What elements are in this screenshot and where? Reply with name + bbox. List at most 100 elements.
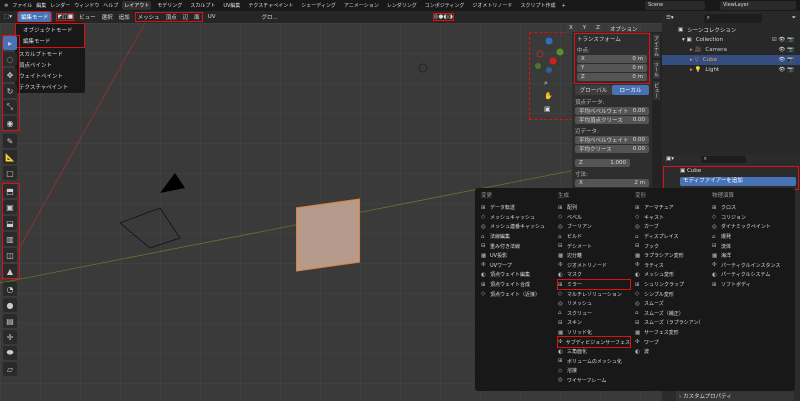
shrink-tool[interactable]: ✛ [3, 330, 17, 344]
modifier-menu-item[interactable]: ⊞ 頂点ウェイト合成 [481, 280, 558, 290]
tab-layout[interactable]: レイアウト [122, 1, 152, 10]
menu-add[interactable]: 追加 [119, 13, 130, 21]
menu-help[interactable]: ヘルプ [103, 2, 118, 9]
modifier-menu-item[interactable]: ◇ マルチレゾリューション [558, 289, 635, 299]
modifier-menu-item[interactable]: ◐ 三角面化 [558, 347, 635, 357]
modifier-menu-item[interactable]: ✣ ジオメトリノード [558, 261, 635, 271]
scene-selector[interactable]: Scene [645, 1, 705, 10]
blender-logo-icon[interactable]: ✲ [4, 3, 8, 9]
inset-tool[interactable]: ▣ [3, 200, 17, 214]
modifier-menu-item[interactable]: ⊞ アーマチュア [635, 203, 712, 213]
modifier-menu-item[interactable]: ⊞ クロス [712, 203, 789, 213]
outliner-search[interactable]: ⌕ [703, 13, 762, 23]
mode-edit[interactable]: 編集モード [19, 36, 81, 47]
tab-view[interactable]: ビュー [653, 81, 660, 100]
modifier-menu-item[interactable]: ◎ メッシュ連番キャッシュ [481, 222, 558, 232]
mode-sculpt[interactable]: スカルプトモード [15, 48, 85, 59]
modifier-menu-item[interactable]: ⌂ 法線編集 [481, 232, 558, 242]
extrude-tool[interactable]: ⬒ [3, 184, 17, 198]
outliner-scene-collection[interactable]: ▣ シーンコレクション [662, 25, 800, 35]
modifier-menu-item[interactable]: ◎ ブーリアン [558, 222, 635, 232]
modifier-menu-item[interactable]: ⊟ デシメート [558, 241, 635, 251]
scale-z-field[interactable]: Z 1.000 [575, 159, 630, 167]
local-toggle[interactable]: ローカル [612, 85, 649, 95]
modifier-menu-item[interactable]: ⊞ ボリュームのメッシュ化 [558, 357, 635, 367]
mode-vertex-paint[interactable]: 頂点ペイント [15, 59, 85, 70]
modifier-menu-item[interactable]: ◎ リメッシュ [558, 299, 635, 309]
add-workspace-button[interactable]: + [561, 3, 565, 9]
custom-properties-section[interactable]: › カスタムプロパティ [676, 391, 794, 401]
add-cube-tool[interactable]: ▢ [3, 166, 17, 180]
modifier-menu-item[interactable]: ✣ ラティス [635, 261, 712, 271]
modifier-menu-item[interactable]: ⌂ スムーズ（補正） [635, 309, 712, 319]
move-tool[interactable]: ✥ [3, 68, 17, 82]
modifier-menu-item[interactable]: ◇ キャスト [635, 213, 712, 223]
navigation-gizmo[interactable]: ⌕ ✋ ▣ [529, 32, 573, 120]
mode-dropdown[interactable]: 編集モード [16, 11, 53, 23]
modifier-menu-item[interactable]: ⌂ 爆発 [712, 232, 789, 242]
modifier-menu-item[interactable]: ◇ 頂点ウェイト（近接） [481, 289, 558, 299]
modifier-menu-item[interactable]: ⊟ フック [635, 241, 712, 251]
mode-object[interactable]: オブジェクトモード [19, 25, 81, 36]
tab-uv[interactable]: UV編集 [221, 1, 242, 10]
select-mode-buttons[interactable]: ◩◫■ [56, 13, 75, 21]
tab-sculpt[interactable]: スカルプト [188, 1, 217, 10]
cursor-tool[interactable]: ◌ [3, 52, 17, 66]
modifier-menu-item[interactable]: ⊟ スムーズ（ラプラシアン） [635, 318, 712, 328]
modifier-menu-item[interactable]: ▦ サーフェス変形 [635, 328, 712, 338]
transform-tool[interactable]: ◉ [3, 116, 17, 130]
menu-edit[interactable]: 編集 [36, 2, 46, 9]
editor-type-icon[interactable]: ⬚▾ [4, 14, 12, 20]
median-x-field[interactable]: X0 m [577, 55, 647, 63]
modifier-menu-item[interactable]: ◎ カーブ [635, 222, 712, 232]
menu-edge[interactable]: 辺 [183, 13, 189, 21]
rip-tool[interactable]: ▱ [3, 362, 17, 376]
annotate-tool[interactable]: ✎ [3, 134, 17, 148]
transform-orientation-dropdown[interactable]: グロ... [261, 13, 277, 21]
modifier-menu-item[interactable]: ◐ 頂点ウェイト編集 [481, 270, 558, 280]
edge-crease-field[interactable]: 平均クリース 0.00 [575, 145, 649, 153]
filter-icon[interactable]: ⏷ [792, 15, 796, 22]
add-modifier-button[interactable]: モディファイアーを追加 [680, 177, 796, 186]
tab-modeling[interactable]: モデリング [155, 1, 184, 10]
median-z-field[interactable]: Z0 m [577, 73, 647, 81]
modifier-menu-item[interactable]: ⌂ ディスプレイス [635, 232, 712, 242]
display-mode-icon[interactable]: ☰▾ [666, 15, 674, 21]
view-layer-selector[interactable]: ViewLayer [720, 1, 796, 10]
outliner-item-camera[interactable]: ▸ 🎥 Camera 👁 📷 [662, 45, 800, 55]
menu-mesh[interactable]: メッシュ [138, 13, 160, 21]
menu-vertex[interactable]: 頂点 [166, 13, 177, 21]
modifier-menu-item[interactable]: ⊞ 配列 [558, 203, 635, 213]
tab-item[interactable]: アイテム [653, 34, 660, 58]
modifier-menu-item[interactable]: ◇ コリジョン [712, 213, 789, 223]
modifier-menu-item[interactable]: ⊞ ソフトボディ [712, 280, 789, 290]
mode-texture-paint[interactable]: テクスチャペイント [15, 81, 85, 92]
properties-search[interactable]: ⌕ [700, 156, 746, 163]
modifier-menu-item[interactable]: ◐ パーティクルシステム [712, 270, 789, 280]
menu-file[interactable]: ファイル [12, 2, 32, 9]
modifier-menu-item[interactable]: ◇ シンプル変形 [635, 289, 712, 299]
modifier-menu-item[interactable]: ✣ UVワープ [481, 261, 558, 271]
spin-tool[interactable]: ◔ [3, 282, 17, 296]
modifier-menu-item[interactable]: ◇ メッシュキャッシュ [481, 213, 558, 223]
tab-rendering[interactable]: レンダリング [385, 1, 419, 10]
mode-weight-paint[interactable]: ウェイトペイント [15, 70, 85, 81]
modifier-menu-item[interactable]: ◇ 溶接 [558, 366, 635, 376]
loop-cut-tool[interactable]: ▥ [3, 232, 17, 246]
poly-build-tool[interactable]: ▲ [3, 264, 17, 278]
modifier-menu-item[interactable]: ⌂ スクリュー [558, 309, 635, 319]
global-toggle[interactable]: グローバル [575, 85, 612, 95]
modifier-menu-item[interactable]: ⊟ スキン [558, 318, 635, 328]
measure-tool[interactable]: 📐 [3, 150, 17, 164]
outliner-item-cube[interactable]: ▸ ▽ Cube 👁 📷 [662, 55, 800, 65]
menu-select[interactable]: 選択 [102, 13, 113, 21]
outliner-item-light[interactable]: ▸ 💡 Light 👁 📷 [662, 65, 800, 75]
outliner-collection[interactable]: ▾ ▣ Collection ☑ 👁 📷 [662, 35, 800, 45]
scale-tool[interactable]: ⤡ [3, 100, 17, 114]
menu-uv[interactable]: UV [208, 14, 216, 20]
modifier-menu-item[interactable]: ✣ ワープ [635, 337, 712, 347]
modifier-menu-item[interactable]: ◐ マスク [558, 270, 635, 280]
tab-texture-paint[interactable]: テクスチャペイント [246, 1, 295, 10]
tab-scripting[interactable]: スクリプト作成 [518, 1, 557, 10]
shading-mode-buttons[interactable]: ◎●◐◑ [432, 13, 454, 21]
